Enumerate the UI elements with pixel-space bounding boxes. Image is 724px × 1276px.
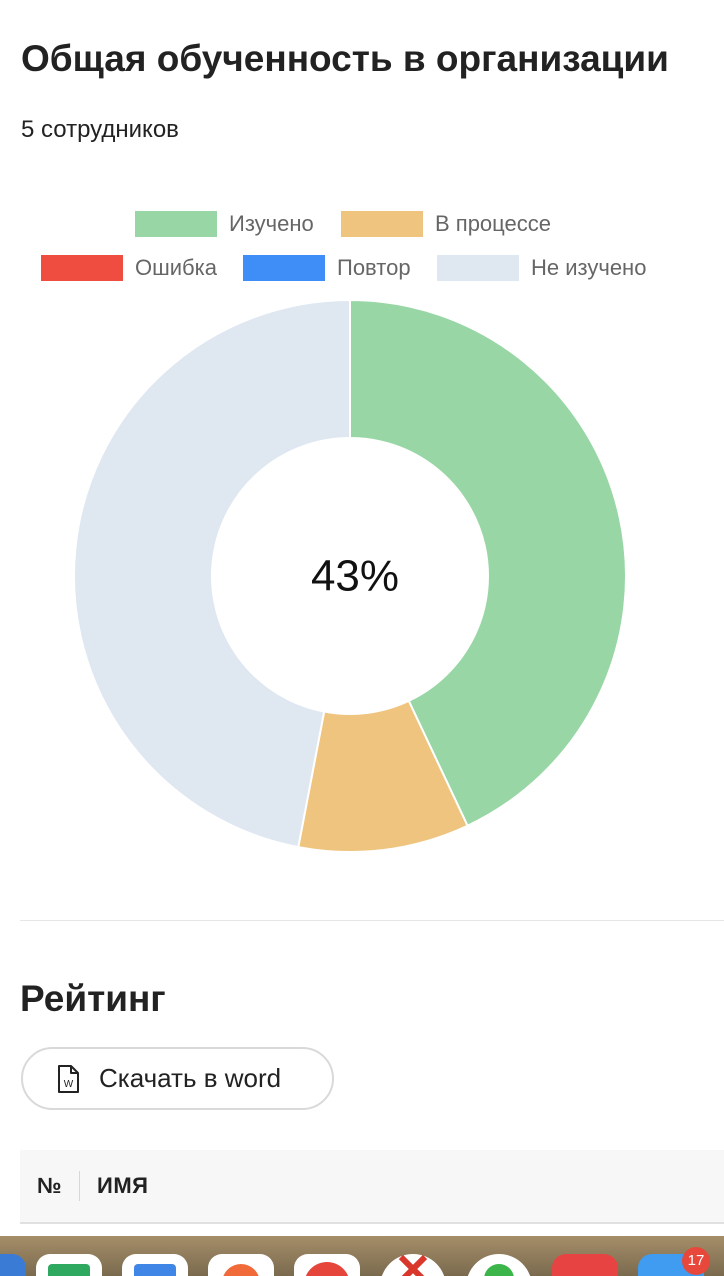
dock-mail-icon[interactable]	[122, 1254, 188, 1276]
rating-table-header: № ИМЯ	[20, 1150, 724, 1224]
training-doughnut-chart: 43%	[73, 298, 627, 853]
dock-chrome-icon[interactable]	[294, 1254, 360, 1276]
dock-messenger-icon[interactable]	[466, 1254, 532, 1276]
legend-label: Повтор	[337, 255, 411, 280]
page: Общая обученность в организации 5 сотруд…	[0, 0, 724, 1276]
legend-label: В процессе	[435, 211, 551, 236]
page-title: Общая обученность в организации	[21, 38, 669, 79]
rating-title: Рейтинг	[20, 978, 166, 1019]
os-dock	[0, 1236, 724, 1276]
word-document-icon: W	[57, 1064, 79, 1093]
section-divider	[20, 920, 724, 921]
legend-item-error[interactable]: Ошибка	[41, 255, 217, 281]
dock-app-icon[interactable]	[552, 1254, 618, 1276]
dock-spreadsheet-icon[interactable]	[36, 1254, 102, 1276]
legend-swatch	[437, 255, 519, 281]
legend-swatch	[341, 211, 423, 237]
download-word-label: Скачать в word	[99, 1063, 282, 1093]
dock-app-icon[interactable]	[0, 1254, 26, 1276]
employee-count: 5 сотрудников	[21, 116, 179, 143]
dock-close-app-icon[interactable]	[380, 1254, 446, 1276]
dock-presentation-icon[interactable]	[208, 1254, 274, 1276]
legend-item-repeat[interactable]: Повтор	[243, 255, 411, 281]
download-word-button[interactable]: W Скачать в word	[21, 1047, 334, 1110]
column-header-number[interactable]: №	[20, 1171, 80, 1201]
legend-item-not-learned[interactable]: Не изучено	[437, 255, 646, 281]
center-percentage: 43%	[311, 552, 399, 601]
legend-item-in-progress[interactable]: В процессе	[341, 211, 551, 237]
legend-label: Не изучено	[531, 255, 647, 280]
legend-swatch	[243, 255, 325, 281]
column-header-name[interactable]: ИМЯ	[80, 1173, 148, 1199]
chart-slice-4[interactable]	[73, 298, 351, 849]
svg-text:W: W	[64, 1079, 74, 1090]
legend-label: Ошибка	[135, 255, 217, 280]
legend-label: Изучено	[229, 211, 314, 236]
legend-swatch	[135, 211, 217, 237]
notification-badge: 17	[682, 1247, 710, 1275]
legend-item-learned[interactable]: Изучено	[135, 211, 314, 237]
legend-swatch	[41, 255, 123, 281]
